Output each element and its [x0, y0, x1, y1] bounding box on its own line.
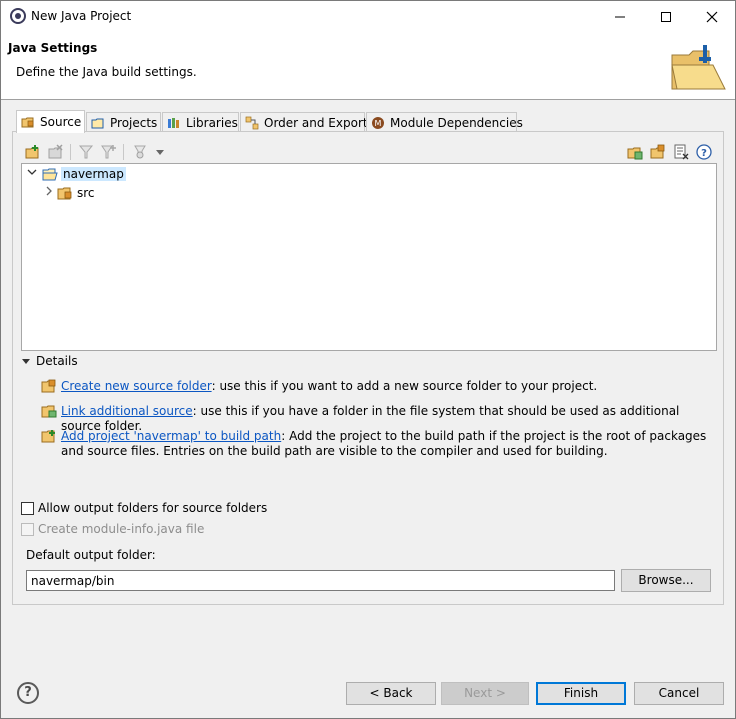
tab-module-dependencies-label: Module Dependencies [390, 115, 523, 130]
source-tree[interactable]: navermap src [21, 163, 717, 351]
link-source-folder-icon [41, 405, 57, 418]
triangle-down-icon [22, 359, 30, 364]
svg-text:?: ? [701, 148, 707, 159]
tab-order-export-label: Order and Export [264, 115, 368, 130]
tab-projects-label: Projects [110, 115, 158, 130]
project-folder-icon [42, 168, 58, 180]
wizard-banner: Java Settings Define the Java build sett… [1, 32, 735, 100]
minimize-icon [615, 16, 625, 18]
maximize-icon [661, 12, 671, 22]
back-button[interactable]: < Back [346, 682, 436, 705]
new-source-folder-icon[interactable] [650, 144, 666, 160]
tree-item-project[interactable]: navermap [22, 164, 716, 183]
output-folder-label: Default output folder: [26, 548, 156, 562]
banner-description: Define the Java build settings. [16, 65, 197, 79]
create-module-info-checkbox: Create module-info.java file [21, 522, 204, 536]
create-source-folder-icon [41, 379, 56, 393]
tab-libraries[interactable]: Libraries [162, 112, 239, 132]
order-export-icon [245, 116, 259, 130]
dropdown-arrow-icon [156, 150, 164, 155]
svg-text:M: M [375, 119, 382, 128]
projects-icon [91, 116, 105, 130]
output-folder-input[interactable] [26, 570, 615, 591]
dialog-window: New Java Project Java Settings Define th… [0, 0, 736, 719]
tree-item-src[interactable]: src [22, 183, 716, 202]
close-button[interactable] [689, 1, 735, 32]
toolbar-separator [70, 144, 71, 160]
chevron-down-icon[interactable] [26, 167, 38, 180]
add-filter-icon [101, 145, 116, 159]
window-title: New Java Project [31, 9, 132, 23]
help-button[interactable]: ? [17, 682, 39, 704]
project-name: navermap [61, 166, 126, 181]
checkbox-box [21, 522, 34, 536]
source-folder-icon [57, 187, 72, 199]
tab-order-export[interactable]: Order and Export [240, 112, 368, 132]
source-folder-icon [21, 115, 35, 129]
page-settings-icon[interactable] [673, 144, 689, 160]
add-project-build-path-icon [41, 430, 55, 443]
allow-output-folders-checkbox[interactable]: Allow output folders for source folders [21, 501, 267, 515]
tab-module-dependencies[interactable]: M Module Dependencies [366, 112, 523, 132]
cancel-button[interactable]: Cancel [634, 682, 724, 705]
browse-button[interactable]: Browse... [621, 569, 711, 592]
maximize-button[interactable] [643, 1, 689, 32]
link-additional-source-link[interactable]: Link additional source [61, 404, 193, 418]
allow-output-folders-label: Allow output folders for source folders [38, 501, 268, 515]
remove-folder-icon [48, 144, 63, 159]
banner-title: Java Settings [8, 41, 98, 55]
eclipse-icon [10, 8, 26, 24]
detail-add-project: Add project 'navermap' to build path: Ad… [61, 429, 721, 459]
link-source-icon[interactable] [627, 144, 643, 160]
src-folder-name: src [77, 185, 95, 200]
module-icon: M [371, 116, 385, 130]
create-source-folder-text: : use this if you want to add a new sour… [211, 379, 598, 393]
configure-icon [134, 145, 146, 159]
new-java-project-icon [671, 45, 726, 90]
help-icon[interactable]: ? [696, 144, 712, 160]
libraries-icon [167, 116, 181, 130]
add-folder-icon[interactable] [25, 144, 41, 160]
finish-button[interactable]: Finish [536, 682, 626, 705]
toolbar-separator [123, 144, 124, 160]
tab-libraries-label: Libraries [186, 115, 238, 130]
details-toggle[interactable]: Details [21, 354, 78, 368]
details-label: Details [36, 354, 78, 368]
add-project-build-path-link[interactable]: Add project 'navermap' to build path [61, 429, 281, 443]
create-module-info-label: Create module-info.java file [38, 522, 205, 536]
close-icon [706, 11, 718, 23]
detail-create-source: Create new source folder: use this if yo… [61, 379, 721, 394]
minimize-button[interactable] [597, 1, 643, 32]
next-button: Next > [441, 682, 529, 705]
title-bar: New Java Project [1, 1, 735, 32]
create-source-folder-link[interactable]: Create new source folder [61, 379, 212, 393]
chevron-right-icon[interactable] [43, 186, 55, 199]
tab-projects[interactable]: Projects [86, 112, 161, 132]
tab-source-label: Source [40, 115, 82, 129]
checkbox-box[interactable] [21, 501, 34, 515]
filter-icon [78, 145, 94, 159]
tab-source[interactable]: Source [16, 110, 85, 133]
